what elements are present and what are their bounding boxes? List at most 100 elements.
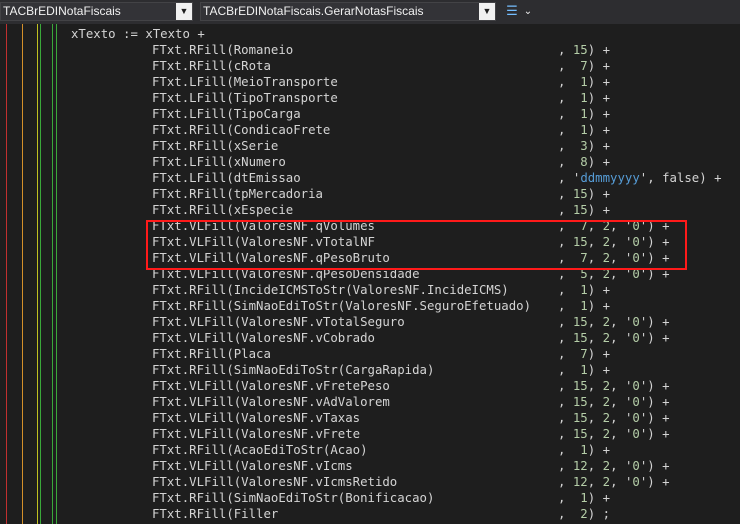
code-line: FTxt.LFill(MeioTransporte (152, 74, 338, 90)
chevron-down-icon[interactable]: ⌄ (522, 3, 534, 20)
code-line: FTxt.LFill(TipoTransporte (152, 90, 338, 106)
indent-guide (56, 24, 57, 524)
indent-guide (40, 24, 41, 524)
code-arguments: , 1) + (558, 443, 611, 457)
code-line: FTxt.RFill(xSerie (152, 138, 278, 154)
dropdown-arrow-icon[interactable]: ▼ (176, 3, 192, 20)
code-line: FTxt.LFill(TipoCarga (152, 106, 301, 122)
code-expression: FTxt.VLFill(ValoresNF.vIcmsRetido (152, 475, 398, 489)
code-arguments: , 1) + (558, 363, 611, 377)
code-line: FTxt.RFill(Placa (152, 346, 271, 362)
code-line: FTxt.VLFill(ValoresNF.qPesoDensidade (152, 266, 420, 282)
code-expression: FTxt.LFill(TipoCarga (152, 107, 301, 121)
code-arguments: , 15, 2, '0') + (558, 411, 670, 425)
code-line: FTxt.VLFill(ValoresNF.vAdValorem (152, 394, 390, 410)
code-arguments: , 1) + (558, 283, 611, 297)
code-line: FTxt.RFill(cRota (152, 58, 271, 74)
code-arguments: , 1) + (558, 123, 611, 137)
code-line: FTxt.LFill(xNumero (152, 154, 286, 170)
code-arguments: , 'ddmmyyyy', false) + (558, 171, 722, 185)
code-arguments: , 15, 2, '0') + (558, 331, 670, 345)
code-line: FTxt.VLFill(ValoresNF.vTotalSeguro (152, 314, 405, 330)
code-expression: FTxt.RFill(cRota (152, 59, 271, 73)
code-line: FTxt.RFill(SimNaoEdiToStr(ValoresNF.Segu… (152, 298, 531, 314)
code-line: FTxt.RFill(SimNaoEdiToStr(CargaRapida) (152, 362, 434, 378)
code-arguments: , 5, 2, '0') + (558, 267, 670, 281)
code-expression: FTxt.VLFill(ValoresNF.vCobrado (152, 331, 375, 345)
code-arguments: , 15) + (558, 203, 611, 217)
code-expression: FTxt.RFill(tpMercadoria (152, 187, 323, 201)
code-arguments: , 15, 2, '0') + (558, 235, 670, 249)
code-line: FTxt.RFill(SimNaoEdiToStr(Bonificacao) (152, 490, 434, 506)
code-expression: FTxt.VLFill(ValoresNF.vIcms (152, 459, 353, 473)
code-expression: FTxt.VLFill(ValoresNF.vFrete (152, 427, 361, 441)
navigation-list-icon[interactable]: ☰ (503, 3, 521, 20)
code-arguments: , 15) + (558, 43, 611, 57)
code-arguments: , 15, 2, '0') + (558, 395, 670, 409)
code-expression: FTxt.RFill(SimNaoEdiToStr(Bonificacao) (152, 491, 435, 505)
code-arguments: , 7, 2, '0') + (558, 251, 670, 265)
code-arguments: , 1) + (558, 91, 611, 105)
code-expression: FTxt.VLFill(ValoresNF.vTotalNF (152, 235, 375, 249)
code-arguments: , 15, 2, '0') + (558, 427, 670, 441)
code-arguments: , 2) ; (558, 507, 611, 521)
code-expression: xTexto := xTexto + (71, 27, 205, 41)
code-arguments: , 12, 2, '0') + (558, 475, 670, 489)
code-editor[interactable]: xTexto := xTexto + FTxt.RFill(Romaneio , 1… (0, 24, 740, 524)
code-expression: FTxt.VLFill(ValoresNF.qPesoBruto (152, 251, 390, 265)
code-line: FTxt.RFill(tpMercadoria (152, 186, 323, 202)
code-line: FTxt.VLFill(ValoresNF.vFretePeso (152, 378, 390, 394)
code-expression: FTxt.VLFill(ValoresNF.qPesoDensidade (152, 267, 420, 281)
code-arguments: , 7) + (558, 347, 611, 361)
code-expression: FTxt.VLFill(ValoresNF.vTotalSeguro (152, 315, 405, 329)
code-arguments: , 1) + (558, 75, 611, 89)
code-line: FTxt.VLFill(ValoresNF.vCobrado (152, 330, 375, 346)
code-expression: FTxt.VLFill(ValoresNF.qVolumes (152, 219, 375, 233)
code-expression: FTxt.VLFill(ValoresNF.vAdValorem (152, 395, 390, 409)
code-line: FTxt.RFill(xEspecie (152, 202, 293, 218)
code-arguments: , 12, 2, '0') + (558, 459, 670, 473)
code-arguments: , 15) + (558, 187, 611, 201)
code-arguments: , 3) + (558, 139, 611, 153)
code-expression: FTxt.RFill(CondicaoFrete (152, 123, 331, 137)
indent-guide (22, 24, 23, 524)
code-arguments: , 7, 2, '0') + (558, 219, 670, 233)
code-expression: FTxt.RFill(xEspecie (152, 203, 294, 217)
code-expression: FTxt.LFill(dtEmissao (152, 171, 301, 185)
code-expression: FTxt.RFill(Romaneio (152, 43, 294, 57)
code-line: FTxt.LFill(dtEmissao (152, 170, 301, 186)
code-line: FTxt.VLFill(ValoresNF.qVolumes (152, 218, 375, 234)
code-expression: FTxt.RFill(xSerie (152, 139, 279, 153)
code-line: FTxt.RFill(AcaoEdiToStr(Acao) (152, 442, 368, 458)
code-line: FTxt.VLFill(ValoresNF.vTotalNF (152, 234, 375, 250)
code-arguments: , 8) + (558, 155, 611, 169)
code-arguments: , 15, 2, '0') + (558, 379, 670, 393)
code-line: FTxt.VLFill(ValoresNF.vIcms (152, 458, 353, 474)
dropdown-arrow-icon[interactable]: ▼ (479, 3, 495, 20)
code-arguments: , 1) + (558, 107, 611, 121)
code-expression: FTxt.VLFill(ValoresNF.vTaxas (152, 411, 361, 425)
code-expression: FTxt.LFill(xNumero (152, 155, 286, 169)
indent-guide (6, 24, 7, 524)
code-expression: FTxt.RFill(SimNaoEdiToStr(ValoresNF.Segu… (152, 299, 532, 313)
code-line: FTxt.RFill(IncideICMSToStr(ValoresNF.Inc… (152, 282, 509, 298)
code-line: FTxt.RFill(Filler (152, 506, 278, 522)
code-line: FTxt.RFill(CondicaoFrete (152, 122, 330, 138)
code-line: FTxt.VLFill(ValoresNF.vFrete (152, 426, 360, 442)
unit-selector-value: TACBrEDINotaFiscais (3, 4, 121, 18)
method-selector-value: TACBrEDINotaFiscais.GerarNotasFiscais (203, 4, 424, 18)
code-arguments: , 7) + (558, 59, 611, 73)
code-arguments: , 15, 2, '0') + (558, 315, 670, 329)
code-expression: FTxt.RFill(AcaoEdiToStr(Acao) (152, 443, 368, 457)
editor-toolbar: TACBrEDINotaFiscais ▼ TACBrEDINotaFiscai… (0, 0, 740, 25)
indent-guide (37, 24, 38, 524)
code-arguments: , 1) + (558, 299, 611, 313)
code-line: FTxt.VLFill(ValoresNF.qPesoBruto (152, 250, 390, 266)
code-expression: FTxt.LFill(MeioTransporte (152, 75, 338, 89)
code-arguments: , 1) + (558, 491, 611, 505)
code-expression: FTxt.LFill(TipoTransporte (152, 91, 338, 105)
code-expression: FTxt.VLFill(ValoresNF.vFretePeso (152, 379, 390, 393)
code-expression: FTxt.RFill(Filler (152, 507, 279, 521)
unit-selector-combo[interactable]: TACBrEDINotaFiscais ▼ (0, 2, 193, 21)
method-selector-combo[interactable]: TACBrEDINotaFiscais.GerarNotasFiscais ▼ (200, 2, 496, 21)
